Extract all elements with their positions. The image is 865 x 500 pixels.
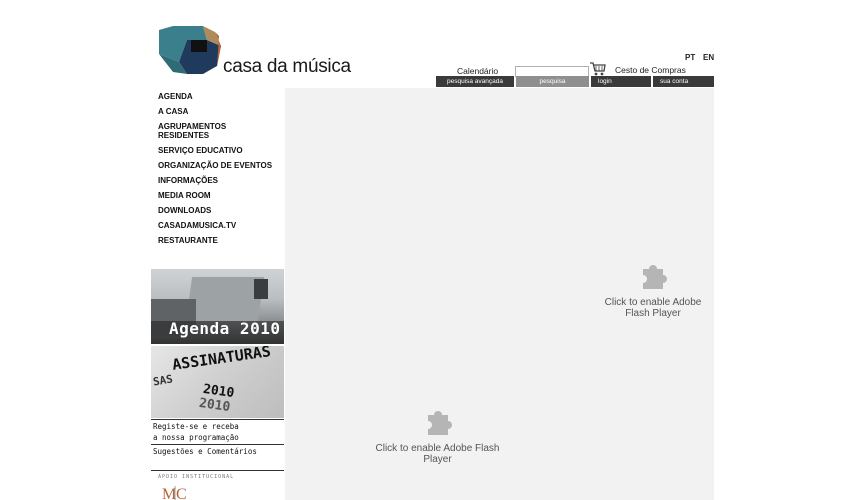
shopping-cart-icon[interactable] [590, 62, 606, 76]
nav-item-agrupamentos-residentes[interactable]: AGRUPAMENTOS RESIDENTES [158, 122, 273, 140]
nav-item-a-casa[interactable]: A CASA [158, 107, 273, 116]
assinaturas-banner-title: ASSINATURAS [171, 346, 272, 374]
nav-item-informacoes[interactable]: INFORMAÇÕES [158, 176, 273, 185]
advanced-search-button[interactable]: pesquisa avançada [436, 76, 514, 87]
flash-placeholder-secondary[interactable]: Click to enable Adobe Flash Player [360, 405, 515, 465]
nav-item-casadamusica-tv[interactable]: CASADAMUSICA.TV [158, 221, 273, 230]
cesto-de-compras-link[interactable]: Cesto de Compras [615, 65, 686, 75]
assinaturas-year-shadow: 2010 [198, 395, 232, 416]
svg-text:M: M [162, 486, 176, 500]
calendario-link[interactable]: Calendário [457, 66, 498, 76]
language-en-link[interactable]: EN [703, 53, 714, 62]
svg-text:C: C [176, 486, 187, 500]
ministerio-cultura-logo-icon: M C [162, 486, 187, 500]
nav-item-organizacao-de-eventos[interactable]: ORGANIZAÇÃO DE EVENTOS [158, 161, 273, 170]
main-nav: AGENDA A CASA AGRUPAMENTOS RESIDENTES SE… [158, 92, 273, 251]
newsletter-line-2: a nossa programação [153, 433, 239, 442]
login-button[interactable]: login [591, 76, 651, 87]
feedback-link[interactable]: Sugestões e Comentários [151, 446, 284, 458]
newsletter-signup-link[interactable]: Registe-se e receba a nossa programação [151, 419, 284, 445]
institutional-support-label: APOIO INSTITUCIONAL [158, 474, 235, 480]
newsletter-line-1: Registe-se e receba [153, 422, 239, 431]
search-button[interactable]: pesquisa [516, 76, 589, 87]
agenda-2010-banner[interactable]: Agenda 2010 [151, 269, 284, 344]
nav-item-restaurante[interactable]: RESTAURANTE [158, 236, 273, 245]
logo-wordmark: casa da música [223, 56, 351, 77]
banner-building-shape [254, 279, 268, 299]
divider [151, 470, 284, 471]
nav-item-agenda[interactable]: AGENDA [158, 92, 273, 101]
my-account-button[interactable]: sua conta [653, 76, 714, 87]
casa-da-musica-logo[interactable]: casa da música [157, 26, 352, 78]
flash-enable-text: Click to enable Adobe Flash Player [375, 443, 500, 465]
nav-item-servico-educativo[interactable]: SERVIÇO EDUCATIVO [158, 146, 273, 155]
puzzle-piece-icon [427, 411, 452, 435]
flash-placeholder[interactable]: Click to enable Adobe Flash Player [603, 259, 703, 319]
language-pt-link[interactable]: PT [685, 53, 695, 62]
banner-building-shape [185, 277, 265, 321]
assinaturas-2010-banner[interactable]: SAS ASSINATURAS 2010 2010 [151, 346, 284, 418]
puzzle-piece-icon [643, 265, 667, 289]
nav-item-media-room[interactable]: MEDIA ROOM [158, 191, 273, 200]
flash-enable-text: Click to enable Adobe Flash Player [604, 297, 702, 319]
agenda-banner-title: Agenda 2010 [169, 319, 281, 338]
nav-item-downloads[interactable]: DOWNLOADS [158, 206, 273, 215]
logo-mark-icon [159, 26, 221, 74]
assinaturas-ghost-text: SAS [152, 372, 174, 389]
